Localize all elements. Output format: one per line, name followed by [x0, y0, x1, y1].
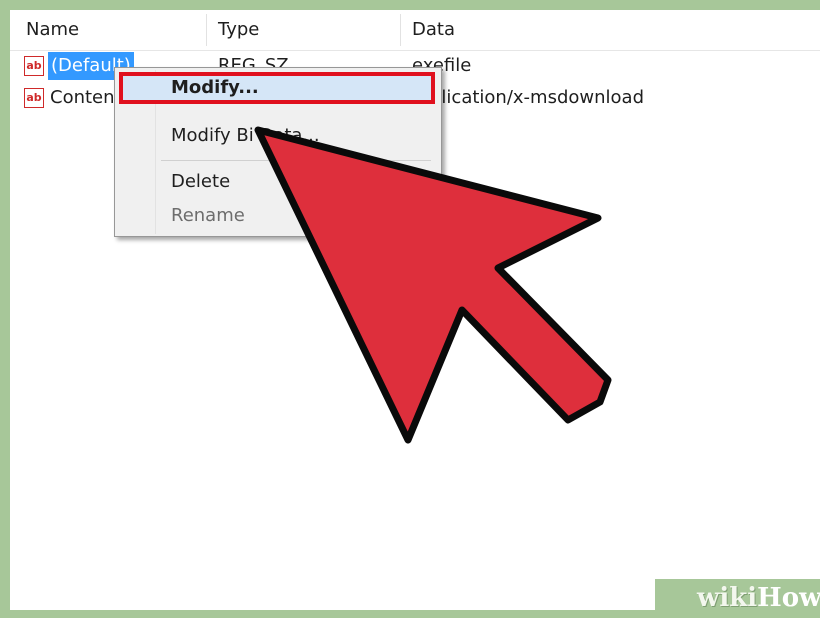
- red-arrow-cursor-icon: [254, 126, 612, 444]
- wikihow-watermark: wikiHow: [655, 579, 820, 618]
- wikihow-logo-text: wikiHow: [697, 583, 820, 613]
